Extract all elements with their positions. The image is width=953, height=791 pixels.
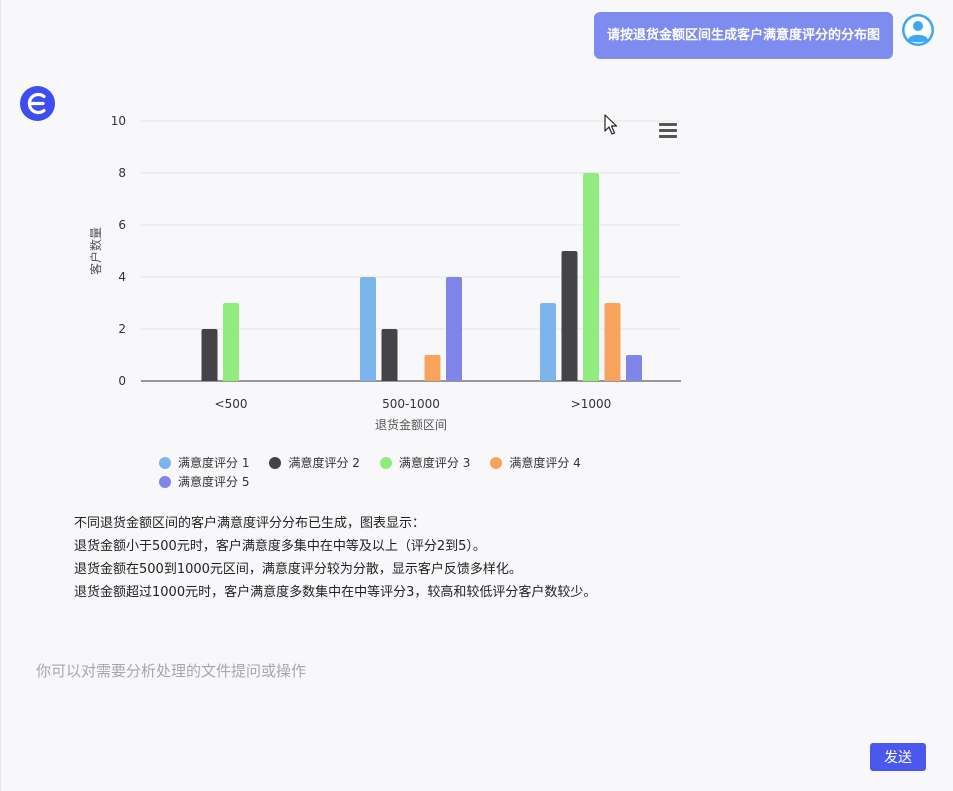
send-button[interactable]: 发送	[870, 743, 926, 771]
legend-label: 满意度评分 5	[178, 475, 250, 489]
y-axis-title: 客户数量	[88, 227, 103, 275]
y-tick-label: 2	[118, 322, 126, 336]
legend-marker	[490, 456, 503, 469]
bar	[223, 303, 239, 381]
mouse-cursor-icon	[604, 114, 618, 135]
y-tick-label: 6	[118, 218, 126, 232]
bar	[561, 251, 578, 381]
bar	[626, 355, 642, 381]
legend-marker	[159, 475, 171, 488]
bar	[381, 329, 398, 381]
legend-item[interactable]: 满意度评分 2	[269, 453, 360, 472]
question-input[interactable]	[34, 655, 898, 687]
legend-marker	[379, 456, 392, 469]
bar	[604, 303, 621, 381]
answer-line: 退货金额在500到1000元区间，满意度评分较为分散，显示客户反馈多样化。	[74, 562, 522, 577]
legend-item[interactable]: 满意度评分 3	[379, 453, 471, 472]
bar-chart: 0 2 4 6 8 10 客户数量退货金额区间 <500 500-1000 >1000	[88, 114, 681, 432]
y-tick-label: 8	[118, 166, 126, 180]
bar	[540, 303, 556, 381]
y-tick-label: 0	[118, 374, 126, 388]
legend-item[interactable]: 满意度评分 1	[159, 453, 249, 472]
chart-legend: 满意度评分 1 满意度评分 2 满意度评分 3 满意度评分 4 满意度评分 5	[159, 453, 639, 491]
legend-label: 满意度评分 1	[178, 456, 250, 470]
legend-item[interactable]: 满意度评分 4	[490, 453, 581, 472]
bar	[201, 329, 218, 381]
bar	[446, 277, 462, 381]
bar	[360, 277, 376, 381]
y-tick-label: 4	[118, 270, 126, 284]
legend-label: 满意度评分 4	[509, 456, 581, 470]
legend-item[interactable]: 满意度评分 5	[159, 472, 249, 491]
x-tick-label: >1000	[571, 397, 612, 411]
bar	[424, 355, 441, 381]
answer-line: 退货金额超过1000元时，客户满意度多数集中在中等评分3，较高和较低评分客户数较…	[74, 585, 597, 600]
legend-marker	[159, 456, 171, 469]
x-tick-label: <500	[215, 397, 248, 411]
answer-line: 不同退货金额区间的客户满意度评分分布已生成，图表显示：	[74, 516, 426, 531]
legend-label: 满意度评分 3	[398, 456, 471, 470]
bar	[583, 173, 599, 381]
x-tick-label: 500-1000	[382, 397, 440, 411]
answer-line: 退货金额小于500元时，客户满意度多集中在中等及以上（评分2到5）。	[74, 539, 486, 554]
chat-page: 请按退货金额区间生成客户满意度评分的分布图 0 2 4 6 8 10 客户数量 退货金额区间 <…	[0, 0, 953, 791]
chart-menu-icon[interactable]	[659, 123, 677, 139]
legend-label: 满意度评分 2	[288, 456, 360, 470]
legend-marker	[269, 456, 282, 469]
x-axis-title: 退货金额区间	[375, 417, 447, 432]
assistant-answer: 不同退货金额区间的客户满意度评分分布已生成，图表显示： 退货金额小于500元时，…	[74, 512, 874, 604]
y-tick-label: 10	[111, 114, 126, 128]
